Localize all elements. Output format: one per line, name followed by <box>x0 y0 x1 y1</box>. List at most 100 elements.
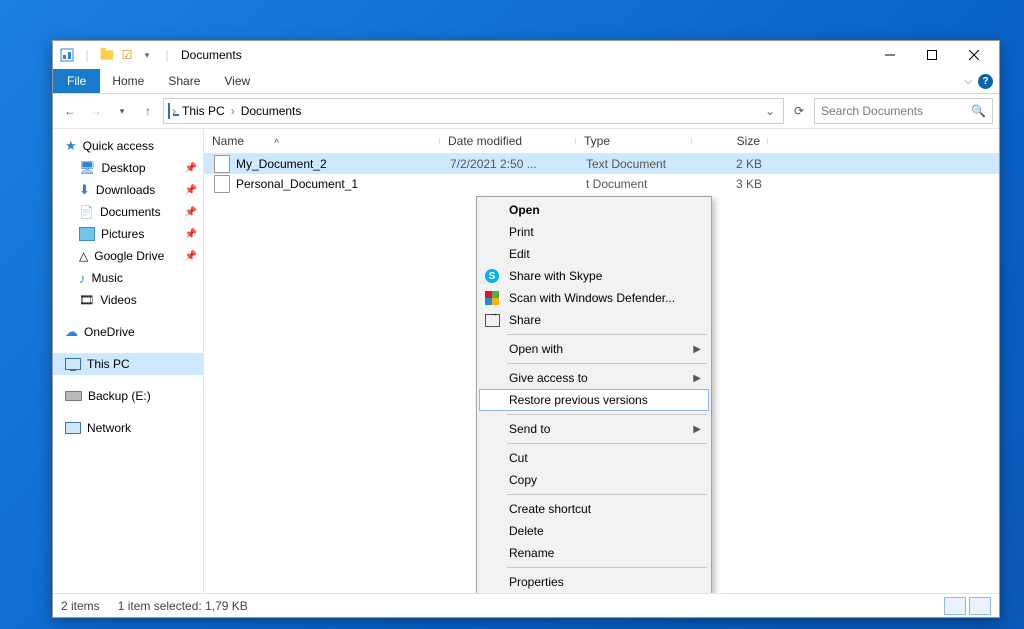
ctx-open[interactable]: Open <box>479 199 709 221</box>
qat-dropdown-icon[interactable]: ▾ <box>139 47 155 63</box>
nav-label: Network <box>87 421 131 435</box>
back-button[interactable]: ← <box>59 100 81 122</box>
ctx-give-access[interactable]: Give access to▶ <box>479 367 709 389</box>
recent-menu-icon[interactable]: ▾ <box>111 100 133 122</box>
header-name[interactable]: Name˄ <box>204 134 440 148</box>
file-date: 7/2/2021 2:50 ... <box>442 157 578 171</box>
new-folder-icon[interactable] <box>99 47 115 63</box>
nav-google-drive[interactable]: △Google Drive📌 <box>53 245 203 267</box>
tab-file[interactable]: File <box>53 69 100 93</box>
tab-share[interactable]: Share <box>156 69 212 93</box>
help-icon[interactable]: ? <box>978 74 993 89</box>
text-file-icon <box>214 175 230 193</box>
header-date[interactable]: Date modified <box>440 134 576 148</box>
submenu-arrow-icon: ▶ <box>693 424 701 435</box>
pictures-icon <box>79 227 95 241</box>
ctx-open-with[interactable]: Open with▶ <box>479 338 709 360</box>
column-headers: Name˄ Date modified Type Size <box>204 129 999 154</box>
titlebar: | ☑ ▾ | Documents <box>53 41 999 69</box>
close-button[interactable] <box>953 41 995 69</box>
view-details-button[interactable] <box>944 597 966 615</box>
properties-icon[interactable] <box>59 47 75 63</box>
sort-asc-icon: ˄ <box>274 136 279 146</box>
forward-button[interactable]: → <box>85 100 107 122</box>
nav-desktop[interactable]: 🖥Desktop📌 <box>53 157 203 179</box>
tab-home[interactable]: Home <box>100 69 156 93</box>
ctx-divider <box>507 414 707 415</box>
pin-icon: 📌 <box>185 163 197 174</box>
nav-documents[interactable]: 📄Documents📌 <box>53 201 203 223</box>
file-type: t Document <box>578 177 694 191</box>
explorer-body: ★ Quick access 🖥Desktop📌 ⬇Downloads📌 📄 Doc… <box>53 129 999 593</box>
nav-label: Quick access <box>83 139 154 153</box>
nav-this-pc[interactable]: This PC <box>53 353 203 375</box>
up-button[interactable]: ↑ <box>137 100 159 122</box>
crumb-this-pc[interactable]: This PC <box>178 104 229 118</box>
defender-icon <box>483 291 501 305</box>
music-icon: ♪ <box>79 271 86 286</box>
drive-icon <box>65 391 82 401</box>
ctx-print[interactable]: Print <box>479 221 709 243</box>
nav-network[interactable]: Network <box>53 417 203 439</box>
tab-view[interactable]: View <box>212 69 262 93</box>
file-row-selected[interactable]: My_Document_2 7/2/2021 2:50 ... Text Doc… <box>204 154 999 174</box>
qat-divider: | <box>79 47 95 63</box>
nav-quick-access[interactable]: ★ Quick access <box>53 135 203 157</box>
star-icon: ★ <box>65 138 77 154</box>
ctx-scan-defender[interactable]: Scan with Windows Defender... <box>479 287 709 309</box>
ctx-restore-previous-versions[interactable]: Restore previous versions <box>479 389 709 411</box>
ctx-properties[interactable]: Properties <box>479 571 709 593</box>
ctx-divider <box>507 567 707 568</box>
file-name: Personal_Document_1 <box>236 177 358 191</box>
file-size: 2 KB <box>694 157 770 171</box>
header-size[interactable]: Size <box>692 134 768 148</box>
nav-pictures[interactable]: Pictures📌 <box>53 223 203 245</box>
nav-backup-drive[interactable]: Backup (E:) <box>53 385 203 407</box>
google-drive-icon: △ <box>79 249 88 263</box>
qat-divider: | <box>159 47 175 63</box>
header-type[interactable]: Type <box>576 134 692 148</box>
maximize-button[interactable] <box>911 41 953 69</box>
search-box[interactable]: Search Documents 🔍 <box>814 98 993 124</box>
ctx-share[interactable]: Share <box>479 309 709 331</box>
downloads-icon: ⬇ <box>79 182 90 198</box>
chevron-right-icon[interactable]: › <box>229 104 237 118</box>
submenu-arrow-icon: ▶ <box>693 344 701 355</box>
documents-icon: 📄 <box>79 205 94 219</box>
context-menu: Open Print Edit SShare with Skype Scan w… <box>476 196 712 593</box>
address-bar[interactable]: › This PC › Documents ⌄ <box>163 98 784 124</box>
address-row: ← → ▾ ↑ › This PC › Documents ⌄ ⟳ Search… <box>53 94 999 129</box>
crumb-documents[interactable]: Documents <box>237 104 306 118</box>
skype-icon: S <box>483 269 501 283</box>
nav-onedrive[interactable]: ☁OneDrive <box>53 321 203 343</box>
nav-music[interactable]: ♪ Music <box>53 267 203 289</box>
nav-videos[interactable]: 🎞 Videos <box>53 289 203 311</box>
status-item-count: 2 items <box>61 599 100 613</box>
file-row[interactable]: Personal_Document_1 t Document 3 KB <box>204 174 999 194</box>
qat-checked-icon[interactable]: ☑ <box>119 47 135 63</box>
ctx-divider <box>507 494 707 495</box>
ctx-delete[interactable]: Delete <box>479 520 709 542</box>
nav-label: Music <box>92 271 123 285</box>
nav-label: Documents <box>100 205 161 219</box>
text-file-icon <box>214 155 230 173</box>
videos-icon: 🎞 <box>79 293 94 307</box>
ribbon-collapse-icon[interactable]: ⌵ <box>964 76 972 87</box>
address-history-dropdown[interactable]: ⌄ <box>761 104 779 118</box>
ctx-share-skype[interactable]: SShare with Skype <box>479 265 709 287</box>
ctx-send-to[interactable]: Send to▶ <box>479 418 709 440</box>
refresh-button[interactable]: ⟳ <box>788 104 810 118</box>
desktop-icon: 🖥 <box>79 160 96 176</box>
ctx-copy[interactable]: Copy <box>479 469 709 491</box>
nav-downloads[interactable]: ⬇Downloads📌 <box>53 179 203 201</box>
navigation-pane: ★ Quick access 🖥Desktop📌 ⬇Downloads📌 📄 Doc… <box>53 129 204 593</box>
ctx-create-shortcut[interactable]: Create shortcut <box>479 498 709 520</box>
view-large-icons-button[interactable] <box>969 597 991 615</box>
ctx-edit[interactable]: Edit <box>479 243 709 265</box>
onedrive-icon: ☁ <box>65 324 78 340</box>
ctx-cut[interactable]: Cut <box>479 447 709 469</box>
ctx-rename[interactable]: Rename <box>479 542 709 564</box>
minimize-button[interactable] <box>869 41 911 69</box>
nav-label: Videos <box>100 293 136 307</box>
nav-label: Backup (E:) <box>88 389 151 403</box>
